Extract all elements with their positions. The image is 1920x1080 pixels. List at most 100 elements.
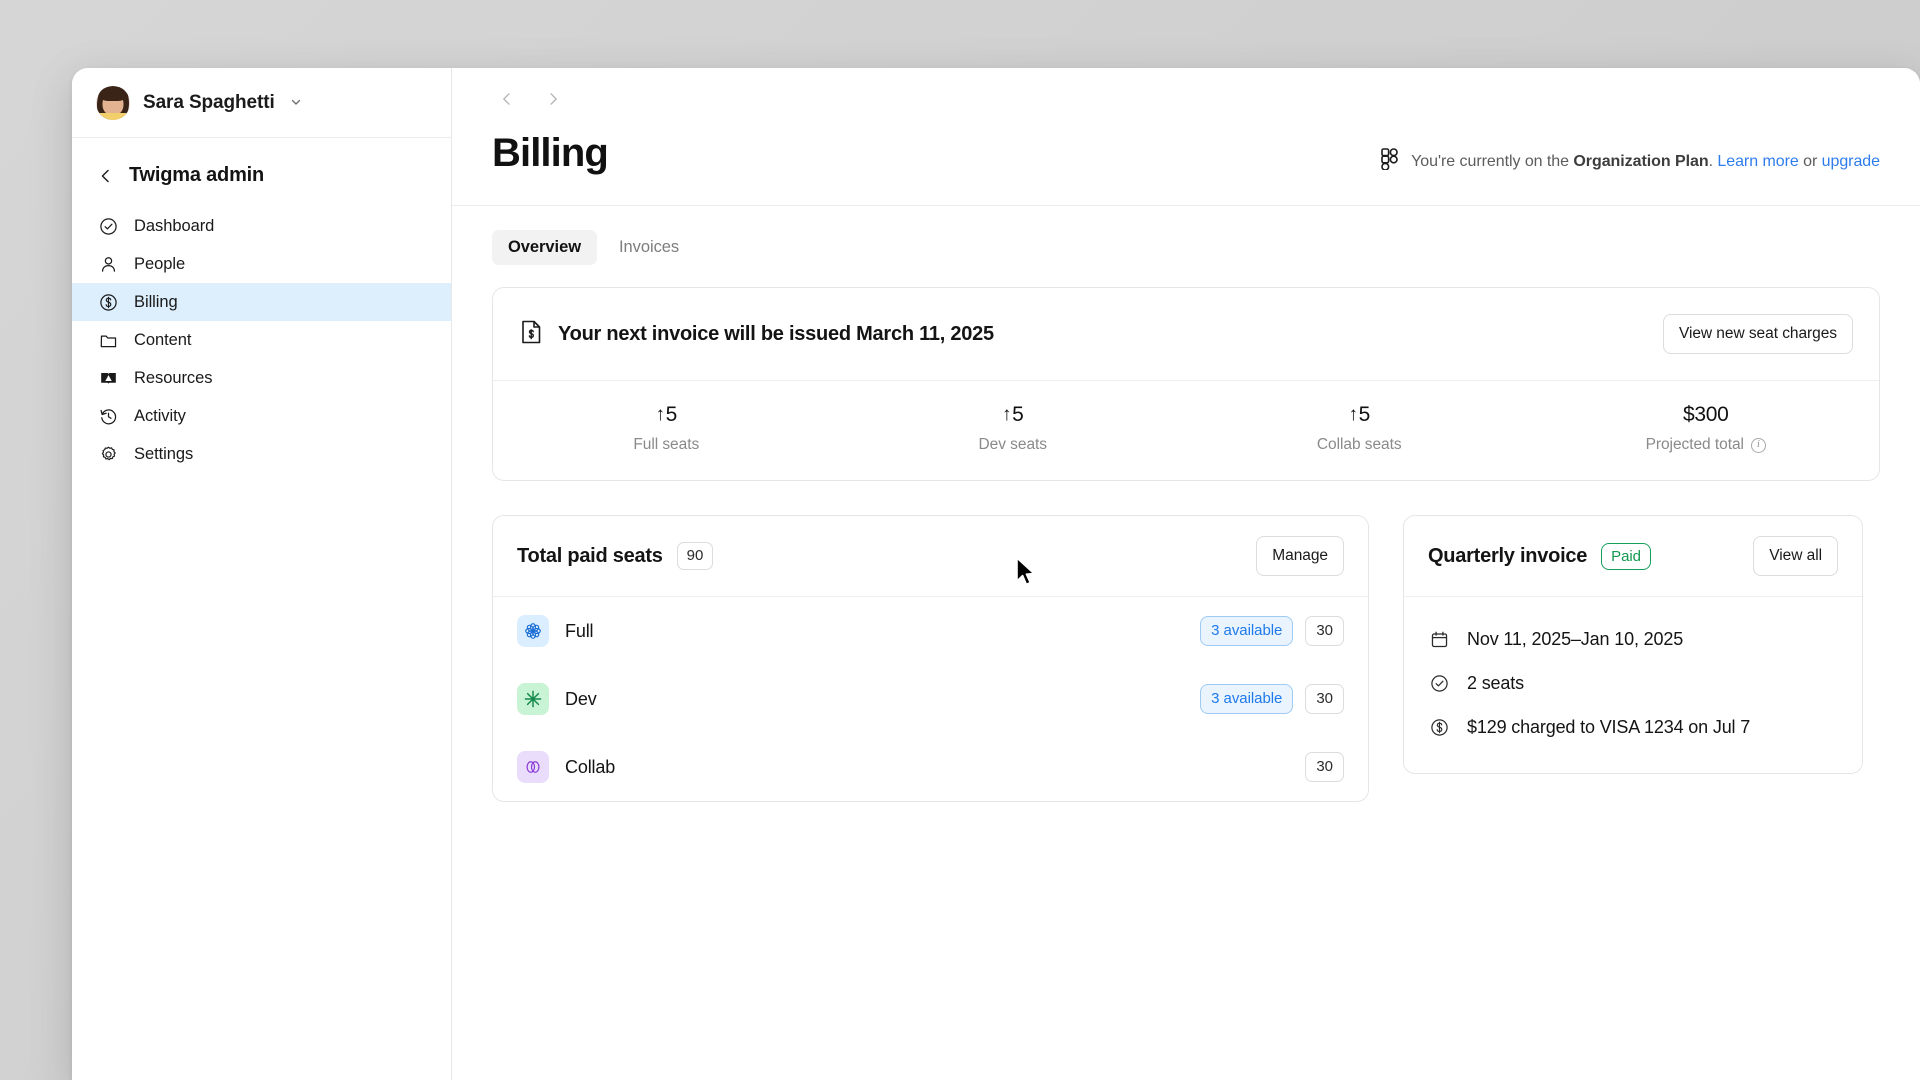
arrow-up-icon: ↑: [1348, 404, 1358, 425]
quarterly-invoice-title: Quarterly invoice: [1428, 544, 1588, 567]
invoice-date-range-line: Nov 11, 2025–Jan 10, 2025: [1428, 617, 1838, 661]
user-account-switcher[interactable]: Sara Spaghetti: [72, 68, 451, 138]
sidebar-item-label: Billing: [134, 292, 178, 311]
manage-seats-button[interactable]: Manage: [1256, 536, 1344, 576]
seat-name: Full: [565, 620, 594, 641]
chevron-right-icon[interactable]: [538, 84, 568, 114]
invoice-charge: $129 charged to VISA 1234 on Jul 7: [1467, 716, 1751, 737]
org-back-row[interactable]: Twigma admin: [72, 138, 451, 205]
stat-value: ↑ 5: [655, 403, 677, 427]
stat-label: Full seats: [633, 436, 699, 454]
sidebar-item-label: Dashboard: [134, 216, 215, 235]
upgrade-link[interactable]: upgrade: [1822, 153, 1880, 170]
check-circle-icon: [1428, 672, 1450, 694]
quarterly-invoice-details: Nov 11, 2025–Jan 10, 2025 2 seats $129 c…: [1404, 597, 1862, 773]
tab-invoices[interactable]: Invoices: [603, 230, 695, 265]
chevron-left-icon[interactable]: [98, 168, 114, 184]
person-icon: [98, 254, 118, 274]
stat-projected-total: $300 Projected total i: [1533, 403, 1880, 454]
view-new-seat-charges-button[interactable]: View new seat charges: [1662, 314, 1853, 354]
sidebar-item-label: Activity: [134, 406, 186, 425]
next-invoice-banner: Your next invoice will be issued March 1…: [492, 287, 1880, 481]
page-title: Billing: [492, 130, 609, 175]
seat-row-meta: 3 available 30: [1200, 615, 1344, 647]
stat-value: $300: [1683, 403, 1729, 427]
seat-count: 30: [1305, 683, 1344, 715]
sidebar-nav: Dashboard People Billing Content Resourc…: [72, 205, 451, 473]
total-paid-seats-header: Total paid seats 90 Manage: [493, 516, 1368, 597]
chevron-down-icon: [290, 96, 302, 110]
seat-name: Dev: [565, 688, 597, 709]
clock-history-icon: [98, 406, 118, 426]
stat-label-text: Full seats: [633, 436, 700, 453]
next-invoice-banner-header: Your next invoice will be issued March 1…: [493, 288, 1879, 381]
seat-count: 30: [1305, 615, 1344, 647]
stat-label: Collab seats: [1317, 436, 1402, 454]
stat-dev-seats: ↑ 5 Dev seats: [840, 403, 1187, 454]
dollar-circle-icon: [1428, 716, 1450, 738]
invoice-seats-line: 2 seats: [1428, 661, 1838, 705]
total-paid-seats-title: Total paid seats: [517, 544, 663, 567]
stat-collab-seats: ↑ 5 Collab seats: [1186, 403, 1533, 454]
stat-full-seats: ↑ 5 Full seats: [493, 403, 840, 454]
page-header: Billing You're currently on the Organiza…: [452, 130, 1920, 206]
tab-overview[interactable]: Overview: [492, 230, 597, 265]
quarterly-invoice-title-group: Quarterly invoice Paid: [1428, 542, 1651, 570]
stat-value: ↑ 5: [1002, 403, 1024, 427]
top-navigation-bar: [452, 68, 1920, 130]
stat-label-text: Dev seats: [978, 436, 1048, 453]
status-badge: Paid: [1601, 542, 1651, 570]
user-photo-avatar: [96, 85, 130, 120]
seat-count: 30: [1305, 751, 1344, 783]
total-paid-seats-title-group: Total paid seats 90: [517, 541, 714, 571]
learn-more-link[interactable]: Learn more: [1717, 153, 1798, 170]
invoice-charge-line: $129 charged to VISA 1234 on Jul 7: [1428, 705, 1838, 749]
book-icon: [98, 368, 118, 388]
sidebar-item-dashboard[interactable]: Dashboard: [72, 207, 451, 245]
total-paid-seats-count: 90: [676, 541, 714, 571]
stat-number: 5: [1012, 403, 1024, 426]
sidebar-item-content[interactable]: Content: [72, 321, 451, 359]
stat-label: Dev seats: [978, 436, 1048, 454]
check-circle-icon: [98, 216, 118, 236]
seats-available-badge[interactable]: 3 available: [1200, 615, 1294, 647]
arrow-up-icon: ↑: [655, 404, 665, 425]
sidebar-item-label: Content: [134, 330, 192, 349]
quarterly-invoice-header: Quarterly invoice Paid View all: [1404, 516, 1862, 597]
full-seat-flower-icon: [517, 615, 549, 647]
plan-notice: You're currently on the Organization Pla…: [1381, 130, 1880, 175]
seat-row-collab[interactable]: Collab 30: [493, 733, 1368, 801]
stat-number: 5: [665, 403, 678, 426]
invoice-date-range: Nov 11, 2025–Jan 10, 2025: [1467, 628, 1684, 649]
stat-value: ↑ 5: [1348, 403, 1370, 427]
sidebar-item-label: People: [134, 254, 186, 273]
sidebar-item-settings[interactable]: Settings: [72, 435, 451, 473]
stat-label-text: Collab seats: [1316, 436, 1402, 453]
stat-number: $300: [1682, 403, 1729, 426]
seat-name: Collab: [565, 756, 616, 777]
next-invoice-banner-title-group: Your next invoice will be issued March 1…: [521, 320, 994, 349]
quarterly-invoice-card: Quarterly invoice Paid View all Nov 11, …: [1403, 515, 1863, 774]
seat-row-full[interactable]: Full 3 available 30: [493, 597, 1368, 665]
dollar-circle-icon: [98, 292, 118, 312]
gear-icon: [98, 444, 118, 464]
invoice-seats: 2 seats: [1467, 672, 1524, 693]
info-icon[interactable]: i: [1750, 437, 1766, 453]
next-invoice-stats: ↑ 5 Full seats ↑ 5 Dev seats ↑ 5 Collab …: [493, 381, 1879, 480]
folder-icon: [98, 330, 118, 350]
plan-name: Organization Plan: [1573, 152, 1709, 170]
seat-row-dev[interactable]: Dev 3 available 30: [493, 665, 1368, 733]
billing-lower-row: Total paid seats 90 Manage Full 3 availa…: [492, 515, 1880, 802]
view-all-invoices-button[interactable]: View all: [1753, 536, 1838, 576]
seat-row-meta: 3 available 30: [1200, 683, 1344, 715]
stat-number: 5: [1358, 403, 1371, 426]
sidebar-item-people[interactable]: People: [72, 245, 451, 283]
sidebar-item-activity[interactable]: Activity: [72, 397, 451, 435]
chevron-left-icon[interactable]: [492, 84, 522, 114]
billing-overview-content: Your next invoice will be issued March 1…: [452, 265, 1920, 802]
seats-available-badge[interactable]: 3 available: [1200, 683, 1294, 715]
sidebar: Sara Spaghetti Twigma admin Dashboard Pe…: [72, 68, 452, 1080]
sidebar-item-resources[interactable]: Resources: [72, 359, 451, 397]
plan-notice-conjunction: or: [1798, 152, 1822, 170]
sidebar-item-billing[interactable]: Billing: [72, 283, 451, 321]
